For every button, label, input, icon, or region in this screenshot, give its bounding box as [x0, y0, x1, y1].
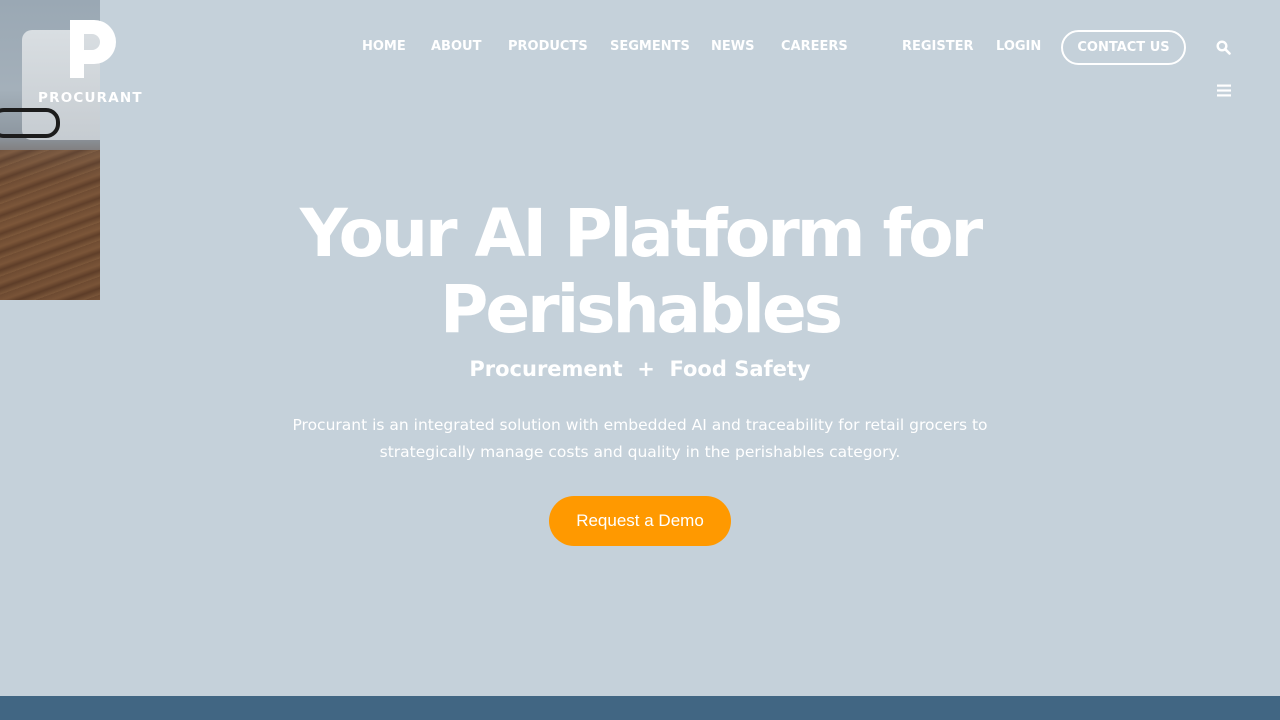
nav-item-news[interactable]: NEWS [711, 39, 754, 54]
logo-wordmark: PROCURANT [38, 90, 143, 106]
main-navigation: HOME ABOUT PRODUCTS SEGMENTS NEWS CAREER… [0, 30, 1280, 97]
glasses-image [0, 108, 60, 138]
hero-title: Your AI Platform for Perishables [240, 196, 1040, 348]
hero-title-line1: Your AI Platform for [299, 195, 983, 272]
wood-table-image [0, 150, 100, 300]
footer-bar [0, 696, 1280, 720]
nav-item-careers[interactable]: CAREERS [781, 39, 848, 54]
hero-title-line2: Perishables [439, 271, 843, 348]
contact-us-button[interactable]: CONTACT US [1061, 30, 1186, 65]
nav-item-about[interactable]: ABOUT [431, 39, 481, 54]
nav-item-segments[interactable]: SEGMENTS [610, 39, 690, 54]
nav-item-products[interactable]: PRODUCTS [508, 39, 588, 54]
nav-item-register[interactable]: REGISTER [902, 39, 974, 54]
nav-item-home[interactable]: HOME [362, 39, 406, 54]
search-icon[interactable] [1216, 40, 1231, 60]
request-demo-button[interactable]: Request a Demo [549, 496, 731, 546]
hamburger-menu-icon[interactable] [1217, 84, 1231, 102]
nav-item-login[interactable]: LOGIN [996, 39, 1041, 54]
hero-description: Procurant is an integrated solution with… [292, 416, 988, 461]
hero-subtitle: Procurement + Food Safety [469, 357, 811, 381]
